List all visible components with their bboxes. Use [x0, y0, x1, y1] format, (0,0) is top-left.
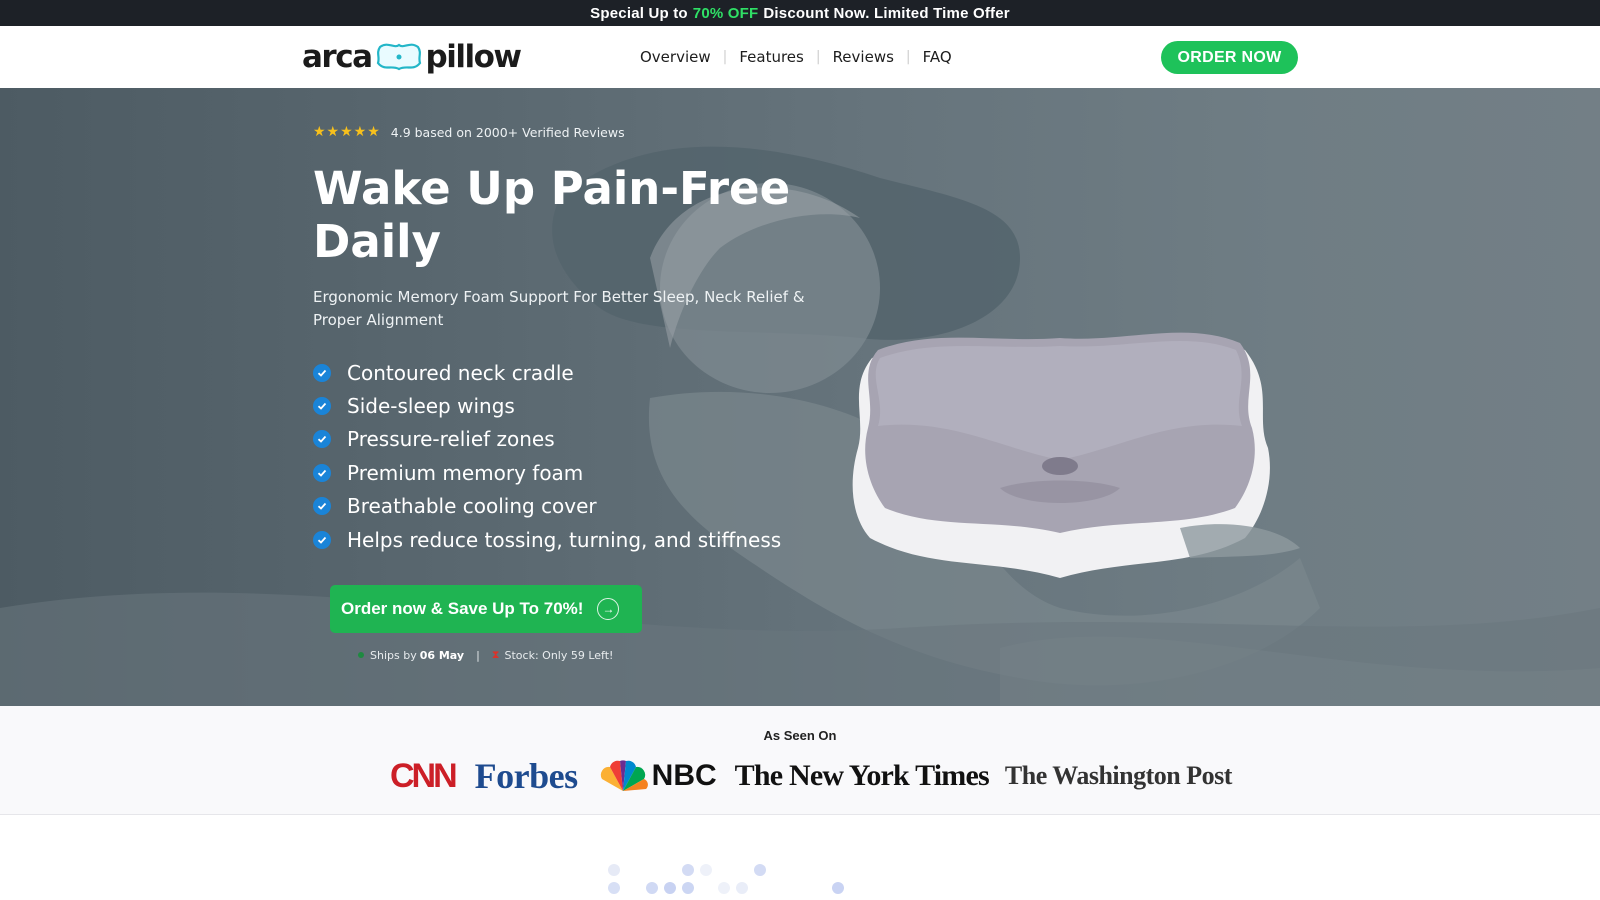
feature-text: Helps reduce tossing, turning, and stiff… — [347, 527, 782, 552]
feature-item: Contoured neck cradle — [313, 356, 781, 389]
as-seen-on-section: As Seen On CNN Forbes NBC The New York T… — [0, 706, 1600, 815]
washington-post-logo: The Washington Post — [1004, 761, 1232, 790]
check-circle-icon — [313, 363, 331, 382]
nbc-peacock-icon — [600, 760, 648, 791]
feature-item: Premium memory foam — [313, 456, 781, 489]
loading-dot — [718, 882, 730, 894]
hero-section: ★★★★★ 4.9 based on 2000+ Verified Review… — [0, 88, 1600, 706]
nav-overview[interactable]: Overview — [640, 48, 711, 66]
check-circle-icon — [313, 463, 331, 482]
brand-logo[interactable]: arca pillow — [302, 37, 523, 77]
rating-text: 4.9 based on 2000+ Verified Reviews — [390, 124, 625, 140]
arrow-right-icon: → — [597, 598, 620, 620]
feature-text: Side-sleep wings — [347, 394, 515, 419]
hourglass-icon: ⧗ — [491, 648, 500, 661]
forbes-logo: Forbes — [474, 756, 578, 796]
feature-item: Side-sleep wings — [313, 389, 781, 422]
loading-dot — [700, 864, 712, 876]
nav-separator: | — [905, 49, 911, 65]
check-circle-icon — [313, 430, 331, 449]
as-seen-on-title: As Seen On — [763, 728, 837, 743]
hero-headline: Wake Up Pain-Free Daily — [313, 162, 791, 268]
ships-label: Ships by — [370, 648, 417, 662]
hero-subheadline: Ergonomic Memory Foam Support For Better… — [313, 288, 805, 329]
nyt-logo: The New York Times — [734, 759, 990, 792]
pillow-logo-icon — [376, 43, 421, 71]
rating-summary: ★★★★★ 4.9 based on 2000+ Verified Review… — [313, 124, 625, 140]
stock-text: Stock: Only 59 Left! — [504, 648, 614, 662]
feature-item: Pressure-relief zones — [313, 423, 781, 456]
ships-date: 06 May — [419, 648, 465, 662]
promo-bar: Special Up to 70% OFF Discount Now. Limi… — [0, 0, 1600, 26]
nav-separator: | — [815, 49, 821, 65]
main-nav: Overview | Features | Reviews | FAQ — [640, 26, 952, 88]
loading-dot — [832, 882, 844, 894]
loading-dot — [608, 864, 620, 876]
shipping-stock-info: Ships by 06 May | ⧗ Stock: Only 59 Left! — [358, 648, 613, 662]
press-logos: CNN Forbes NBC The New York Times The Wa… — [390, 756, 1232, 796]
nav-features[interactable]: Features — [739, 48, 804, 66]
nav-separator: | — [722, 49, 728, 65]
nav-reviews[interactable]: Reviews — [833, 48, 894, 66]
promo-highlight: 70% OFF — [692, 4, 759, 22]
logo-text-left: arca — [302, 39, 373, 75]
cta-label: Order now & Save Up To 70%! — [341, 599, 584, 618]
nbc-logo: NBC — [596, 759, 717, 793]
feature-item: Helps reduce tossing, turning, and stiff… — [313, 523, 781, 556]
feature-item: Breathable cooling cover — [313, 490, 781, 523]
feature-text: Contoured neck cradle — [347, 360, 574, 385]
loading-dot — [682, 864, 694, 876]
nbc-logo-text: NBC — [651, 759, 717, 792]
loading-indicator — [600, 860, 860, 900]
logo-text-right: pillow — [425, 39, 523, 75]
site-header: arca pillow Overview | Features | Review… — [0, 26, 1600, 88]
cnn-logo: CNN — [390, 756, 458, 795]
check-circle-icon — [313, 397, 331, 416]
nav-faq[interactable]: FAQ — [923, 48, 952, 66]
loading-dot — [608, 882, 620, 894]
loading-dot — [754, 864, 766, 876]
order-now-button[interactable]: ORDER NOW — [1161, 41, 1298, 74]
star-rating-icon: ★★★★★ — [313, 124, 381, 140]
ship-status-dot-icon — [358, 652, 364, 658]
promo-suffix: Discount Now. Limited Time Offer — [763, 4, 1010, 22]
feature-text: Breathable cooling cover — [347, 494, 597, 519]
info-separator: | — [476, 648, 480, 662]
feature-text: Premium memory foam — [347, 460, 584, 485]
loading-dot — [736, 882, 748, 894]
loading-dot — [646, 882, 658, 894]
loading-dot — [664, 882, 676, 894]
promo-prefix: Special Up to — [590, 4, 688, 22]
check-circle-icon — [313, 530, 331, 549]
loading-dot — [682, 882, 694, 894]
order-save-cta-button[interactable]: Order now & Save Up To 70%! → — [330, 585, 642, 633]
feature-text: Pressure-relief zones — [347, 427, 555, 452]
feature-list: Contoured neck cradle Side-sleep wings P… — [313, 356, 781, 556]
check-circle-icon — [313, 497, 331, 516]
